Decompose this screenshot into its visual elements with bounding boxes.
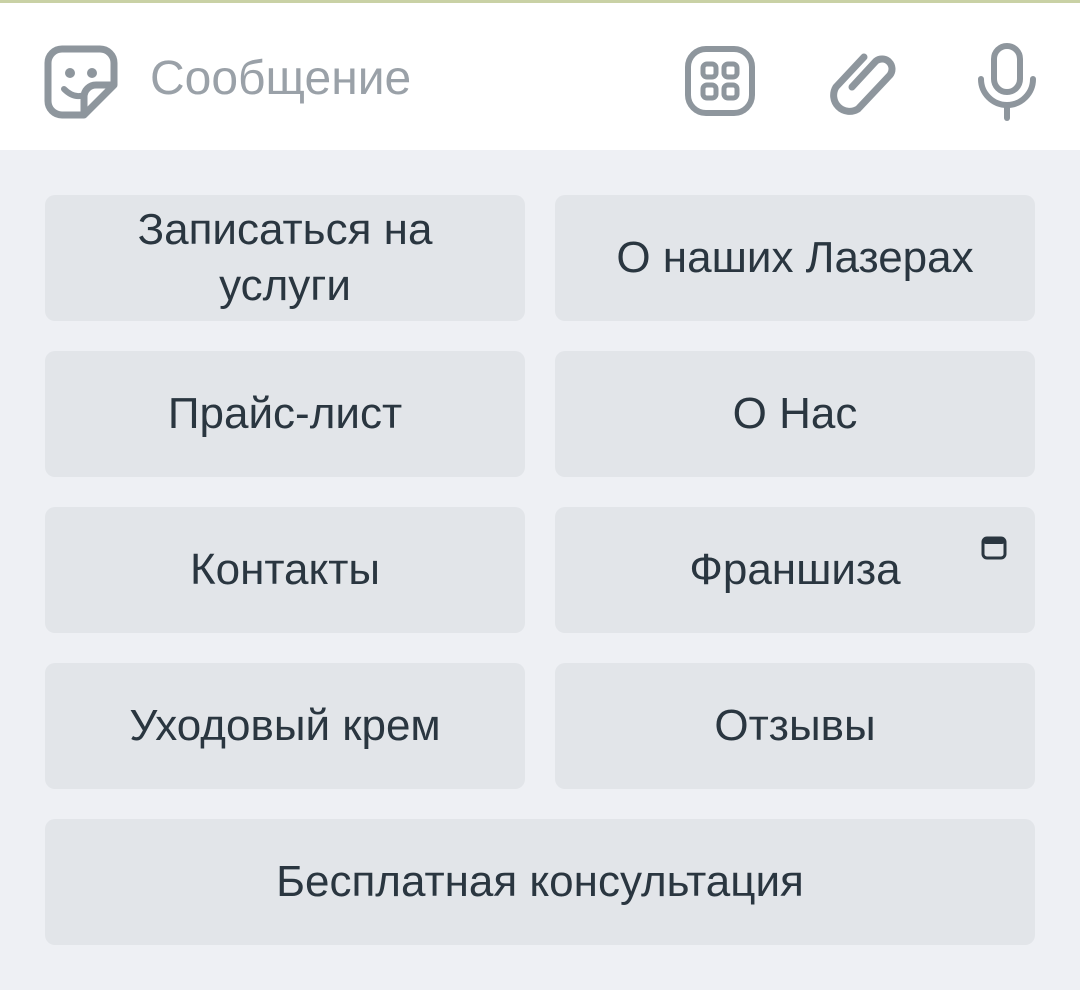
keyboard-button-price-list[interactable]: Прайс-лист bbox=[45, 351, 525, 477]
chat-input-area: Записаться на услуги О наших Лазерах Пра… bbox=[0, 0, 1080, 990]
keyboard-button-contacts[interactable]: Контакты bbox=[45, 507, 525, 633]
keyboard-button-reviews[interactable]: Отзывы bbox=[555, 663, 1035, 789]
paperclip-icon[interactable] bbox=[830, 43, 898, 119]
message-input-bar bbox=[0, 3, 1080, 150]
keyboard-button-care-cream[interactable]: Уходовый крем bbox=[45, 663, 525, 789]
keyboard-button-label: Франшиза bbox=[689, 545, 901, 594]
microphone-icon[interactable] bbox=[976, 43, 1038, 121]
keyboard-button-book-services[interactable]: Записаться на услуги bbox=[45, 195, 525, 321]
keyboard-button-about-lasers[interactable]: О наших Лазерах bbox=[555, 195, 1035, 321]
message-input[interactable] bbox=[150, 43, 650, 113]
keyboard-button-franchise[interactable]: Франшиза bbox=[555, 507, 1035, 633]
keyboard-button-about-us[interactable]: О Нас bbox=[555, 351, 1035, 477]
bot-keyboard-icon[interactable] bbox=[684, 45, 756, 117]
keyboard-button-free-consultation[interactable]: Бесплатная консультация bbox=[45, 819, 1035, 945]
web-app-icon bbox=[981, 536, 1007, 560]
bot-reply-keyboard: Записаться на услуги О наших Лазерах Пра… bbox=[0, 150, 1080, 990]
sticker-icon[interactable] bbox=[44, 45, 118, 119]
